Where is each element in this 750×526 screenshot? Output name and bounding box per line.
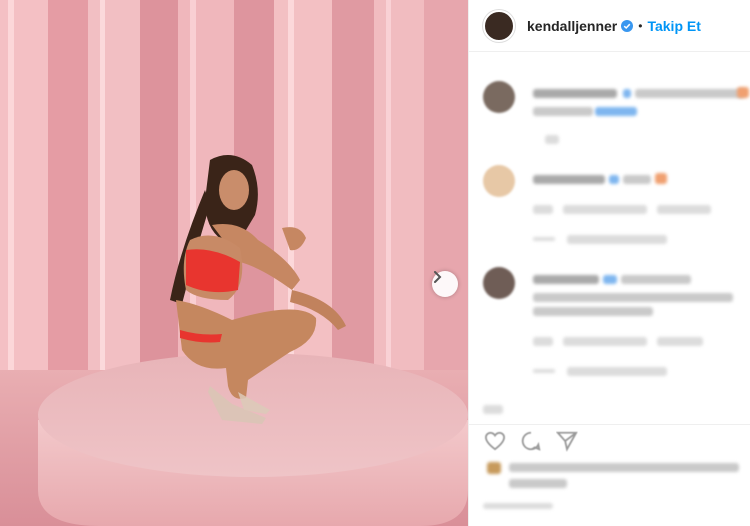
blurred-divider bbox=[533, 369, 555, 373]
photo-illustration bbox=[0, 0, 468, 526]
comment-avatar[interactable] bbox=[483, 165, 515, 197]
blurred-meta bbox=[563, 205, 647, 214]
follow-button[interactable]: Takip Et bbox=[647, 18, 700, 34]
blurred-likes-text bbox=[509, 463, 739, 472]
next-photo-button[interactable] bbox=[432, 271, 458, 297]
blurred-meta bbox=[567, 235, 667, 244]
post-actions bbox=[469, 424, 750, 526]
username-link[interactable]: kendalljenner bbox=[527, 18, 617, 34]
blurred-meta bbox=[657, 337, 703, 346]
blurred-verified bbox=[609, 175, 619, 184]
blurred-mention bbox=[595, 107, 637, 116]
blurred-verified bbox=[603, 275, 617, 284]
blurred-timestamp bbox=[483, 503, 553, 509]
share-icon bbox=[556, 431, 578, 452]
blurred-emoji bbox=[655, 173, 667, 184]
comment-avatar[interactable] bbox=[483, 81, 515, 113]
heart-icon bbox=[484, 431, 506, 451]
post-photo bbox=[0, 0, 468, 526]
blurred-meta bbox=[533, 337, 553, 346]
blurred-text bbox=[621, 275, 691, 284]
blurred-text bbox=[635, 89, 745, 98]
blurred-username bbox=[533, 175, 605, 184]
verified-badge-icon bbox=[621, 19, 634, 32]
blurred-meta bbox=[567, 367, 667, 376]
comment-avatar[interactable] bbox=[483, 267, 515, 299]
separator-dot: • bbox=[638, 18, 643, 33]
comments-list bbox=[469, 53, 750, 419]
comment-icon bbox=[521, 431, 541, 451]
blurred-meta bbox=[545, 135, 559, 144]
avatar[interactable] bbox=[483, 9, 515, 42]
comment-button[interactable] bbox=[519, 429, 543, 453]
blurred-username bbox=[533, 89, 617, 98]
like-button[interactable] bbox=[483, 429, 507, 453]
blurred-meta bbox=[657, 205, 711, 214]
blurred-likes-text bbox=[509, 479, 567, 488]
blurred-text bbox=[533, 293, 733, 302]
blurred-meta bbox=[563, 337, 647, 346]
chevron-right-icon bbox=[434, 271, 442, 283]
blurred-text bbox=[623, 175, 651, 184]
post-header: kendalljenner • Takip Et bbox=[469, 0, 750, 52]
blurred-username bbox=[533, 275, 599, 284]
blurred-text bbox=[533, 107, 593, 116]
blurred-verified bbox=[623, 89, 631, 98]
blurred-emoji bbox=[737, 87, 749, 98]
share-button[interactable] bbox=[555, 429, 579, 453]
blurred-liker-avatar bbox=[487, 462, 501, 474]
blurred-divider bbox=[533, 237, 555, 241]
blurred-meta bbox=[483, 405, 503, 414]
blurred-text bbox=[533, 307, 653, 316]
blurred-meta bbox=[533, 205, 553, 214]
post-side-panel: kendalljenner • Takip Et bbox=[468, 0, 750, 526]
